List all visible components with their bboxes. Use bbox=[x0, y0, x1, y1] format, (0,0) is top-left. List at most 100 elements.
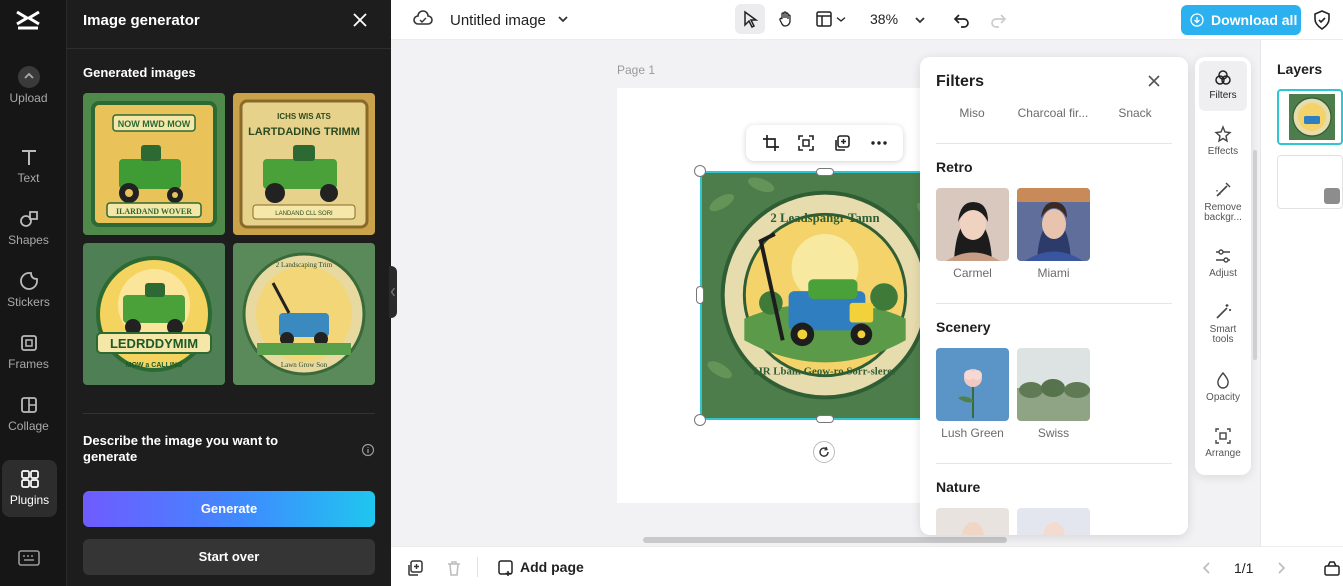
shapes-icon bbox=[19, 211, 38, 227]
rail-item-frames[interactable]: Frames bbox=[0, 332, 57, 388]
chevron-left-icon[interactable] bbox=[1198, 559, 1216, 577]
layout-icon bbox=[816, 11, 832, 27]
filter-miami-thumbnail[interactable] bbox=[1017, 188, 1090, 261]
text-icon bbox=[21, 150, 36, 165]
rotate-handle[interactable] bbox=[813, 441, 835, 463]
download-icon bbox=[1190, 13, 1204, 27]
portrait-image bbox=[1017, 508, 1090, 535]
zoom-level[interactable]: 38% bbox=[870, 11, 898, 27]
section-retro: Retro bbox=[936, 159, 973, 175]
tool-arrange[interactable]: Arrange bbox=[1199, 419, 1247, 469]
filter-carmel-label: Carmel bbox=[953, 266, 992, 280]
rail-item-collage[interactable]: Collage bbox=[0, 394, 57, 450]
download-all-button[interactable]: Download all bbox=[1181, 5, 1301, 35]
layout-menu-button[interactable] bbox=[811, 4, 851, 34]
svg-text:MOW a CALLING: MOW a CALLING bbox=[126, 362, 183, 369]
filter-lush-green-thumbnail[interactable] bbox=[936, 348, 1009, 421]
rail-item-label: Text bbox=[17, 171, 40, 185]
rail-item-shapes[interactable]: Shapes bbox=[0, 208, 57, 264]
shield-icon[interactable] bbox=[1313, 10, 1331, 30]
add-page-button[interactable]: Add page bbox=[520, 559, 584, 575]
close-icon[interactable] bbox=[1146, 73, 1162, 89]
tool-filters[interactable]: Filters bbox=[1199, 61, 1247, 111]
generate-button[interactable]: Generate bbox=[83, 491, 375, 527]
rail-item-text[interactable]: Text bbox=[0, 146, 57, 202]
mower-illustration-2: ICHS WIS ATS LARTDADING TRIMM LANDAND CL… bbox=[233, 93, 375, 235]
selected-canvas-image[interactable]: 2 Leadspahgr Tamn IJR Lbam Geow-ro Sorr-… bbox=[700, 171, 950, 420]
undo-icon[interactable] bbox=[953, 11, 971, 29]
svg-text:LANDAND CLL SORI: LANDAND CLL SORI bbox=[275, 211, 333, 217]
resize-handle-top-left[interactable] bbox=[694, 165, 706, 177]
cloud-save-icon[interactable] bbox=[413, 10, 433, 28]
tool-adjust[interactable]: Adjust bbox=[1199, 239, 1247, 289]
keyboard-shortcuts-icon[interactable] bbox=[18, 549, 40, 567]
duplicate-icon[interactable] bbox=[833, 134, 851, 152]
filter-snack[interactable]: Snack bbox=[1093, 106, 1177, 120]
document-title[interactable]: Untitled image bbox=[450, 12, 546, 29]
filter-miso[interactable]: Miso bbox=[930, 106, 1014, 120]
panel-collapse-handle[interactable] bbox=[389, 266, 397, 318]
filters-icon bbox=[1215, 70, 1231, 85]
remove-background-icon bbox=[1216, 182, 1231, 197]
rail-item-stickers[interactable]: Stickers bbox=[0, 270, 57, 326]
filters-title: Filters bbox=[936, 73, 985, 90]
tool-label: Opacity bbox=[1206, 392, 1240, 403]
tool-opacity[interactable]: Opacity bbox=[1199, 363, 1247, 413]
plugins-icon bbox=[20, 470, 39, 488]
opacity-icon bbox=[1217, 371, 1229, 389]
filter-nature-thumbnail-2[interactable] bbox=[1017, 508, 1090, 535]
filter-nature-thumbnail-1[interactable] bbox=[936, 508, 1009, 535]
filter-miami-label: Miami bbox=[1037, 266, 1070, 280]
delete-page-icon[interactable] bbox=[445, 559, 463, 577]
tool-effects[interactable]: Effects bbox=[1199, 117, 1247, 167]
filter-carmel-thumbnail[interactable] bbox=[936, 188, 1009, 261]
generated-image-2[interactable]: ICHS WIS ATS LARTDADING TRIMM LANDAND CL… bbox=[233, 93, 375, 235]
start-over-button[interactable]: Start over bbox=[83, 539, 375, 575]
resize-handle-top[interactable] bbox=[816, 168, 834, 176]
capcut-logo-icon[interactable] bbox=[14, 7, 42, 33]
select-tool-button[interactable] bbox=[735, 4, 765, 34]
zoom-dropdown-icon[interactable] bbox=[914, 14, 926, 26]
resize-handle-bottom[interactable] bbox=[816, 415, 834, 423]
chevron-down-icon[interactable] bbox=[557, 13, 569, 25]
layer-thumbnail bbox=[1289, 94, 1335, 140]
redo-icon[interactable] bbox=[989, 11, 1007, 29]
svg-text:2 Leadspahgr Tamn: 2 Leadspahgr Tamn bbox=[770, 211, 879, 225]
layer-image[interactable] bbox=[1277, 89, 1343, 145]
page-panel-icon[interactable] bbox=[1323, 559, 1341, 577]
add-page-icon[interactable] bbox=[497, 559, 515, 577]
info-icon[interactable] bbox=[361, 443, 375, 457]
generated-image-1[interactable]: NOW MWD MOW ILARDAND WOVER bbox=[83, 93, 225, 235]
generated-image-3[interactable]: LEDRDDYMIM MOW a CALLING bbox=[83, 243, 225, 385]
hand-tool-button[interactable] bbox=[771, 4, 801, 34]
tool-label: Adjust bbox=[1209, 268, 1237, 279]
close-icon[interactable] bbox=[350, 10, 370, 30]
filters-scrollbar[interactable] bbox=[1253, 150, 1257, 360]
generated-image-4[interactable]: 2 Landscaping Trim Lawn Grow Son bbox=[233, 243, 375, 385]
resize-handle-left[interactable] bbox=[696, 286, 704, 304]
crop-icon[interactable] bbox=[762, 134, 780, 152]
rail-item-plugins[interactable]: Plugins bbox=[2, 460, 57, 517]
landscape-image bbox=[1017, 348, 1090, 421]
duplicate-page-icon[interactable] bbox=[406, 559, 424, 577]
rail-item-upload[interactable]: Upload bbox=[0, 66, 57, 122]
rail-item-label: Shapes bbox=[8, 233, 49, 247]
generated-images-heading: Generated images bbox=[83, 65, 196, 80]
hand-icon bbox=[779, 11, 791, 27]
resize-handle-bottom-left[interactable] bbox=[694, 414, 706, 426]
lawn-mower-artwork: 2 Leadspahgr Tamn IJR Lbam Geow-ro Sorr-… bbox=[702, 173, 948, 418]
tool-smart-tools[interactable]: Smart tools bbox=[1199, 295, 1247, 353]
more-options-icon[interactable] bbox=[870, 134, 888, 152]
replace-icon[interactable] bbox=[797, 134, 815, 152]
panel-title: Image generator bbox=[83, 12, 200, 29]
filter-charcoal[interactable]: Charcoal fir... bbox=[1011, 106, 1095, 120]
collage-icon bbox=[20, 397, 37, 413]
tool-remove-background[interactable]: Remove backgr... bbox=[1199, 173, 1247, 231]
rotate-icon bbox=[819, 446, 829, 457]
layer-background[interactable] bbox=[1277, 155, 1343, 209]
filter-swiss-thumbnail[interactable] bbox=[1017, 348, 1090, 421]
rail-item-label: Plugins bbox=[9, 493, 50, 507]
image-generator-panel: Image generator Generated images NOW MWD… bbox=[67, 0, 391, 586]
horizontal-scrollbar[interactable] bbox=[643, 537, 1007, 543]
chevron-right-icon[interactable] bbox=[1272, 559, 1290, 577]
